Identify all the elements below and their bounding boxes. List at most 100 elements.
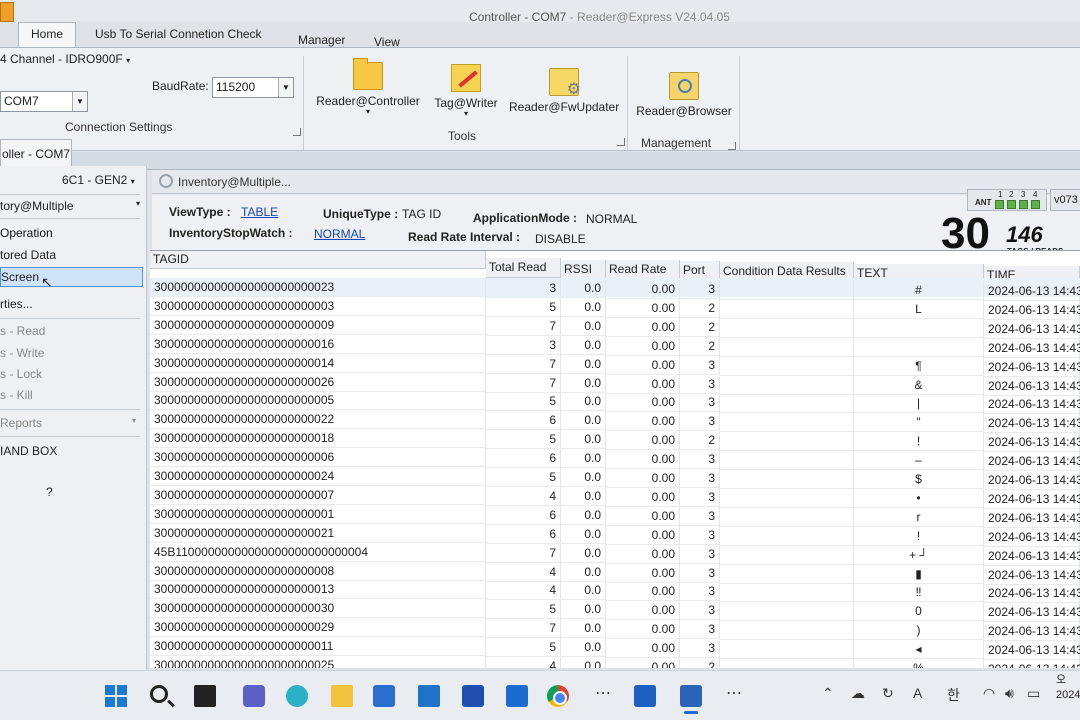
- com-port-select[interactable]: COM7 ▼: [0, 91, 88, 112]
- chrome-icon[interactable]: [547, 685, 569, 707]
- table-row[interactable]: 30000000000000000000000002540.00.002%202…: [150, 656, 1080, 668]
- protocol-select[interactable]: 6C1 - GEN2 ▾: [62, 173, 135, 187]
- edge-icon[interactable]: [286, 685, 308, 707]
- menu-item-lock[interactable]: s - Lock: [0, 367, 42, 381]
- table-row[interactable]: 300000000000000000000000021 6 0.0 0.00 3! 202…: [150, 523, 1080, 547]
- baudrate-select[interactable]: 115200 ▼: [212, 77, 294, 98]
- cloud-icon[interactable]: ☁: [851, 685, 865, 702]
- volume-icon[interactable]: 🔊︎: [1005, 685, 1014, 702]
- ime-indicator[interactable]: A: [913, 685, 922, 701]
- menu-item-stored-data[interactable]: tored Data: [0, 248, 56, 262]
- table-row[interactable]: 300000000000000000000000014 7 0.0 0.00 3 ¶ 202…: [150, 353, 1080, 377]
- spinner-icon: [159, 174, 173, 188]
- mode-select[interactable]: tory@Multiple ▾: [0, 199, 142, 213]
- tagid-cell: 300000000000000000000000016: [150, 334, 486, 354]
- stopwatch-link[interactable]: NORMAL: [314, 227, 365, 241]
- group-separator: [739, 56, 740, 150]
- menu-item-kill[interactable]: s - Kill: [0, 388, 33, 402]
- column-header-read-rate[interactable]: Read Rate: [606, 260, 680, 280]
- chevron-up-icon[interactable]: ⌃: [822, 685, 834, 702]
- connection-settings-label: Connection Settings: [65, 120, 173, 134]
- teams-icon[interactable]: [243, 685, 265, 707]
- chevron-down-icon[interactable]: ▼: [278, 78, 293, 97]
- dialog-launcher-icon[interactable]: [728, 142, 736, 150]
- reader-express-icon[interactable]: [680, 685, 702, 714]
- viewtype-link[interactable]: TABLE: [241, 205, 278, 219]
- tagid-cell: 300000000000000000000000009: [150, 315, 486, 335]
- table-row[interactable]: 300000000000000000000000023 3 0.0 0.00 3 #202…: [150, 278, 1080, 301]
- sync-icon[interactable]: ↻: [882, 685, 894, 702]
- table-row[interactable]: 300000000000000000000000001 6 0.0 0.00 3 r 202…: [150, 504, 1080, 528]
- text-cell: %: [854, 659, 984, 668]
- wifi-icon[interactable]: ◠: [983, 685, 995, 702]
- table-row[interactable]: 300000000000000000000000009 7 0.0 0.00 2 2024…: [150, 315, 1080, 339]
- dialog-launcher-icon[interactable]: [617, 138, 625, 146]
- rssi-cell: 0.0: [561, 638, 606, 658]
- rssi-cell: 0.0: [561, 335, 606, 355]
- chevron-down-icon[interactable]: ▼: [72, 92, 87, 111]
- tab-home[interactable]: Home: [18, 22, 77, 48]
- tab-manager[interactable]: Manager: [298, 33, 345, 47]
- table-row[interactable]: 300000000000000000000000018 5 0.0 0.00 2! 202…: [150, 429, 1080, 453]
- reader-browser-button[interactable]: Reader@Browser: [636, 72, 732, 118]
- start-button[interactable]: [105, 685, 127, 707]
- table-row[interactable]: 300000000000000000000000003 5 0.0 0.00 2 L 202…: [150, 296, 1080, 320]
- table-row[interactable]: 300000000000000000000000030 5 0.0 0.00 3 0 202…: [150, 599, 1080, 623]
- table-row[interactable]: 45B11000000000000000000000000004 7 0.0 0.00…: [150, 542, 1080, 566]
- reader-fwupdater-button[interactable]: Reader@FwUpdater: [509, 68, 619, 114]
- outlook-icon[interactable]: [506, 685, 528, 707]
- column-header-rssi[interactable]: RSSI: [561, 260, 606, 280]
- menu-item-write[interactable]: s - Write: [0, 346, 44, 360]
- reports-select[interactable]: Reports ▾: [0, 416, 142, 430]
- table-row[interactable]: 300000000000000000000000016 3 0.0 0.00 2 2024…: [150, 334, 1080, 358]
- total-read-cell: 7: [486, 543, 561, 563]
- clock[interactable]: 오 2024: [1056, 673, 1080, 703]
- menu-item-operation[interactable]: Operation: [0, 226, 53, 240]
- pinned-app-icon[interactable]: ⋯: [592, 685, 614, 707]
- table-row[interactable]: 300000000000000000000000029 7 0.0 0.00 3) 202…: [150, 618, 1080, 642]
- file-explorer-icon[interactable]: [331, 685, 353, 707]
- table-row[interactable]: 300000000000000000000000007 4 0.0 0.00 3 • 202…: [150, 485, 1080, 509]
- column-header-total-read[interactable]: Total Read: [486, 258, 561, 278]
- group-separator: [303, 56, 304, 150]
- table-row[interactable]: 300000000000000000000000011 5 0.0 0.00 3 ◂ 202…: [150, 637, 1080, 661]
- table-row[interactable]: 300000000000000000000000005 5 0.0 0.00 3 | 202…: [150, 391, 1080, 415]
- menu-item-properties[interactable]: rties...: [0, 297, 33, 311]
- table-row[interactable]: 300000000000000000000000006 6 0.0 0.00 3–202…: [150, 448, 1080, 472]
- reader-controller-button[interactable]: Reader@Controller ▾: [316, 58, 420, 116]
- dialog-launcher-icon[interactable]: [293, 128, 301, 136]
- more-apps-icon[interactable]: ⋯: [723, 685, 745, 707]
- total-read-cell: 6: [486, 505, 561, 525]
- table-row[interactable]: 300000000000000000000000008 4 0.0 0.00 3 ▮ 202…: [150, 561, 1080, 585]
- tagid-cell: 300000000000000000000000007: [150, 485, 486, 505]
- total-read-cell: 4: [486, 581, 561, 601]
- language-indicator[interactable]: 한: [947, 685, 960, 705]
- table-row[interactable]: 300000000000000000000000022 6 0.0 0.00 3 " 202…: [150, 410, 1080, 434]
- rssi-cell: 0.0: [561, 505, 606, 525]
- mail-icon[interactable]: [418, 685, 440, 707]
- rssi-cell: 0.0: [561, 581, 606, 601]
- help-button[interactable]: ?: [46, 485, 53, 499]
- menu-item-read[interactable]: s - Read: [0, 324, 45, 338]
- table-row[interactable]: 300000000000000000000000024 5 0.0 0.00 3 $202…: [150, 467, 1080, 490]
- battery-icon[interactable]: ▭: [1027, 685, 1040, 702]
- visual-studio-icon[interactable]: [462, 685, 484, 707]
- upload-app-icon[interactable]: [634, 685, 656, 707]
- tab-controller-com7[interactable]: oller - COM7: [0, 139, 72, 167]
- store-icon[interactable]: [373, 685, 395, 707]
- column-header-tagid[interactable]: TAGID: [150, 251, 486, 269]
- command-box-label: IAND BOX: [0, 444, 58, 458]
- tagid-cell: 300000000000000000000000005: [150, 391, 486, 411]
- tag-writer-button[interactable]: Tag@Writer ▾: [430, 64, 502, 118]
- tab-usb-serial-check[interactable]: Usb To Serial Connetion Check: [95, 27, 262, 41]
- left-panel: 6C1 - GEN2 ▾ tory@Multiple ▾ Operation to…: [0, 166, 147, 670]
- rssi-cell: 0.0: [561, 373, 606, 393]
- task-view-icon[interactable]: [194, 685, 216, 707]
- device-dropdown[interactable]: 4 Channel - IDRO900F ▾: [0, 52, 130, 66]
- tagid-cell: 300000000000000000000000030: [150, 599, 486, 619]
- table-row[interactable]: 300000000000000000000000026 7 0.0 0.00 3 & 202…: [150, 372, 1080, 396]
- total-read-cell: 5: [486, 430, 561, 450]
- search-icon[interactable]: [150, 685, 168, 703]
- table-row[interactable]: 300000000000000000000000013 4 0.0 0.00 3 ‼ 202…: [150, 580, 1080, 604]
- menu-item-screen-selected[interactable]: Screen ↖: [0, 267, 143, 290]
